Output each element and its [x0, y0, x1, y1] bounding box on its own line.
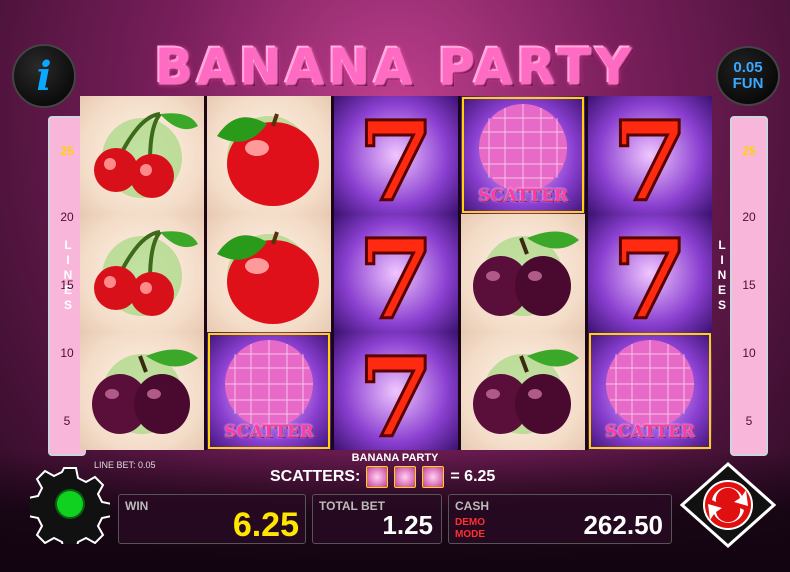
game-title: BANANA PARTY	[154, 38, 636, 96]
scatter-win-info: SCATTERS: = 6.25	[270, 466, 495, 488]
scatter-symbol: SCATTER	[207, 332, 331, 450]
game-name-label: BANANA PARTY	[351, 452, 439, 464]
line-option-10[interactable]: 10	[732, 346, 766, 360]
scatter-label: SCATTER	[605, 422, 695, 442]
denomination-button[interactable]: 0.05 FUN	[716, 46, 780, 106]
scatter-mini-icon	[422, 466, 445, 488]
cash-label: CASH	[455, 499, 490, 513]
svg-text:7: 7	[612, 97, 689, 214]
line-option-25[interactable]: 25	[732, 144, 766, 158]
svg-text:7: 7	[358, 333, 435, 450]
lines-label-right: LINES	[717, 238, 727, 312]
scatter-symbol: SCATTER	[461, 96, 585, 214]
plum-symbol	[80, 332, 204, 450]
svg-text:7: 7	[612, 215, 689, 332]
info-button[interactable]: i	[12, 44, 76, 108]
status-indicator	[55, 489, 85, 519]
line-option-10[interactable]: 10	[50, 346, 84, 360]
reel-1	[80, 96, 204, 450]
scatter-label: SCATTER	[224, 422, 314, 442]
info-icon: i	[36, 52, 52, 100]
cherry-symbol	[80, 96, 204, 214]
win-box: WIN 6.25	[118, 494, 306, 544]
apple-symbol	[207, 214, 331, 332]
seven-symbol: 7	[334, 332, 458, 464]
denomination-currency: FUN	[732, 75, 764, 92]
lines-label-left: LINES	[63, 238, 73, 312]
svg-text:7: 7	[358, 215, 435, 332]
cherry-symbol	[80, 214, 204, 332]
lines-panel-right: 25 20 15 10 5	[730, 116, 768, 456]
total-bet-label: TOTAL BET	[319, 499, 385, 513]
scatter-label: SCATTER	[478, 186, 568, 206]
line-option-20[interactable]: 20	[50, 210, 84, 224]
cash-value: 262.50	[583, 510, 663, 540]
reels-area: SCATTER 7 7 7 SCATTER 7 7 SCATTER	[80, 96, 712, 464]
win-value: 6.25	[232, 506, 299, 544]
scatters-win-value: = 6.25	[450, 468, 496, 485]
line-option-5[interactable]: 5	[732, 414, 766, 428]
svg-text:7: 7	[358, 97, 435, 214]
scatter-mini-icon	[366, 466, 389, 488]
seven-symbol: 7	[334, 214, 458, 346]
total-bet-value: 1.25	[382, 510, 433, 540]
reel-3: 7 7 7	[334, 96, 458, 464]
line-option-15[interactable]: 15	[732, 278, 766, 292]
seven-symbol: 7	[588, 214, 712, 346]
plum-symbol	[461, 214, 585, 332]
scatters-label: SCATTERS:	[270, 468, 361, 485]
win-label: WIN	[125, 499, 149, 513]
scatter-symbol: SCATTER	[588, 332, 712, 450]
settings-gear-icon[interactable]	[30, 464, 110, 544]
reel-5: 7 7 SCATTER	[588, 96, 712, 450]
cash-box: CASH DEMO MODE 262.50	[448, 494, 672, 544]
demo-mode-label: DEMO MODE	[455, 517, 485, 540]
spin-button[interactable]	[680, 462, 776, 548]
line-option-20[interactable]: 20	[732, 210, 766, 224]
seven-symbol: 7	[334, 96, 458, 228]
reel-2: SCATTER	[207, 96, 331, 450]
apple-symbol	[207, 96, 331, 214]
denomination-value: 0.05	[733, 59, 763, 76]
scatter-mini-icon	[394, 466, 417, 488]
total-bet-box[interactable]: TOTAL BET 1.25	[312, 494, 442, 544]
line-option-25[interactable]: 25	[50, 144, 84, 158]
reel-4: SCATTER	[461, 96, 585, 450]
line-option-5[interactable]: 5	[50, 414, 84, 428]
plum-symbol	[461, 332, 585, 450]
seven-symbol: 7	[588, 96, 712, 228]
